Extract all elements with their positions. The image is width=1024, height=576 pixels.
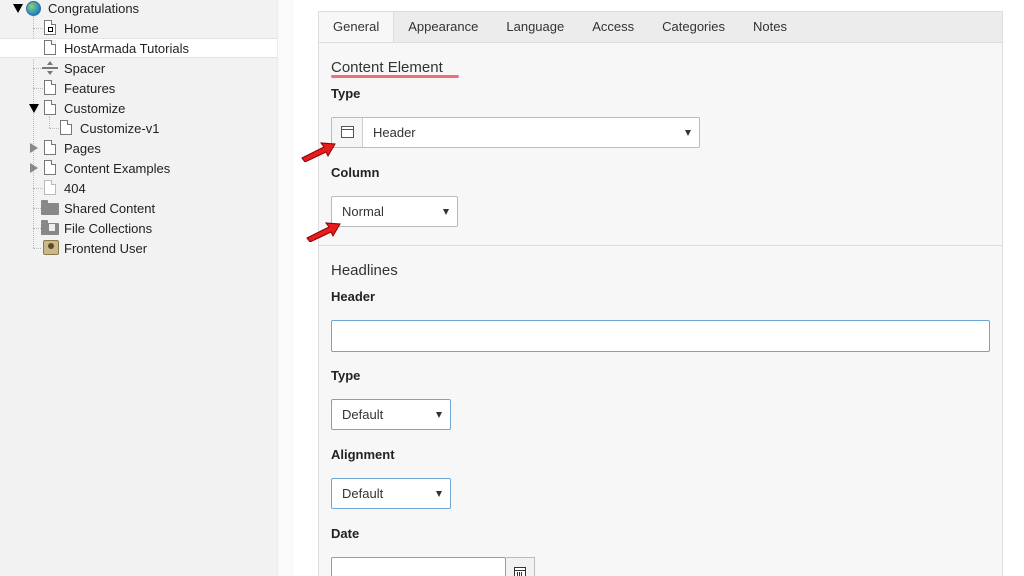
content-element-heading: Content Element — [331, 59, 443, 76]
tree-connector — [33, 228, 41, 229]
alignment-label: Alignment — [331, 447, 395, 462]
tree-node-label: Congratulations — [48, 1, 140, 16]
page-icon — [60, 120, 72, 135]
tree-connector — [33, 208, 41, 209]
header-type-select[interactable]: Default — [331, 399, 451, 430]
calendar-icon — [514, 567, 526, 576]
tree-node-spacer[interactable]: Spacer — [0, 58, 277, 78]
tree-node-404[interactable]: 404 — [0, 178, 277, 198]
alignment-value: Default — [342, 486, 384, 501]
date-label: Date — [331, 526, 360, 541]
content-type-select[interactable]: Header — [331, 117, 700, 148]
annotation-arrow-icon — [301, 142, 336, 162]
expand-toggle-icon[interactable] — [30, 163, 38, 173]
spacer-icon — [42, 61, 58, 75]
date-input[interactable] — [331, 557, 506, 576]
page-icon — [44, 140, 56, 155]
user-folder-icon — [43, 240, 59, 255]
chevron-down-icon — [685, 130, 691, 136]
header-input[interactable] — [331, 320, 990, 352]
type-label: Type — [331, 86, 361, 101]
collapse-toggle-icon[interactable] — [13, 4, 23, 13]
tree-node-label: File Collections — [64, 221, 153, 236]
tree-node-home[interactable]: Home — [0, 18, 277, 38]
tree-node-label: HostArmada Tutorials — [64, 41, 189, 56]
header-type-label: Type — [331, 368, 361, 383]
hidden-page-icon — [44, 180, 56, 195]
headlines-heading: Headlines — [331, 262, 398, 279]
annotation-underline — [331, 75, 459, 78]
folder-icon — [41, 220, 59, 235]
tree-node-customize[interactable]: Customize — [0, 98, 277, 118]
tree-node-label: 404 — [64, 181, 86, 196]
column-label: Column — [331, 165, 380, 180]
tree-connector — [33, 28, 43, 29]
tree-node-customize-v1[interactable]: Customize-v1 — [0, 118, 277, 138]
tab-notes[interactable]: Notes — [739, 12, 801, 43]
page-icon — [44, 160, 56, 175]
annotation-arrow-icon — [306, 222, 341, 242]
tree-node-label: Customize-v1 — [80, 121, 160, 136]
collapse-toggle-icon[interactable] — [29, 104, 39, 113]
tree-node-label: Content Examples — [64, 161, 171, 176]
header-label: Header — [331, 289, 376, 304]
date-picker-button[interactable] — [506, 557, 535, 576]
tree-node-label: Customize — [64, 101, 126, 116]
globe-icon — [26, 1, 41, 16]
page-tree: Congratulations Home HostArmada Tutorial… — [0, 0, 277, 576]
folder-icon — [41, 200, 59, 215]
tree-connector — [49, 128, 59, 129]
tree-connector — [33, 188, 43, 189]
tree-connector — [33, 68, 41, 69]
header-icon — [332, 118, 363, 147]
tree-node-label: Features — [64, 81, 116, 96]
tab-language[interactable]: Language — [492, 12, 578, 43]
tree-node-label: Frontend User — [64, 241, 148, 256]
chevron-down-icon — [436, 491, 442, 497]
chevron-down-icon — [436, 412, 442, 418]
tab-categories[interactable]: Categories — [648, 12, 739, 43]
tab-appearance[interactable]: Appearance — [394, 12, 492, 43]
tree-node-label: Shared Content — [64, 201, 156, 216]
alignment-select[interactable]: Default — [331, 478, 451, 509]
tree-connector — [33, 88, 43, 89]
page-icon — [44, 100, 56, 115]
page-icon — [44, 40, 56, 55]
panel-resize-divider[interactable] — [277, 0, 294, 576]
form-panel: Content Element Type Header Column Norma… — [318, 42, 1003, 576]
tree-node-label: Pages — [64, 141, 101, 156]
shortcut-page-icon — [44, 20, 56, 35]
tree-node-label: Home — [64, 21, 99, 36]
tab-access[interactable]: Access — [578, 12, 648, 43]
tree-node-hostarmada-tutorials[interactable]: HostArmada Tutorials — [0, 38, 277, 58]
page-icon — [44, 80, 56, 95]
tree-node-shared-content[interactable]: Shared Content — [0, 198, 277, 218]
tree-node-features[interactable]: Features — [0, 78, 277, 98]
tree-node-congratulations[interactable]: Congratulations — [0, 0, 277, 20]
header-type-value: Default — [342, 407, 384, 422]
content-type-value: Header — [373, 125, 416, 140]
record-tabs: General Appearance Language Access Categ… — [318, 11, 1003, 44]
expand-toggle-icon[interactable] — [30, 143, 38, 153]
tab-general[interactable]: General — [319, 12, 395, 44]
tree-connector — [33, 248, 41, 249]
tree-node-frontend-user[interactable]: Frontend User — [0, 238, 277, 258]
tree-node-pages[interactable]: Pages — [0, 138, 277, 158]
tree-node-label: Spacer — [64, 61, 106, 76]
section-divider — [319, 245, 1002, 246]
tree-node-content-examples[interactable]: Content Examples — [0, 158, 277, 178]
chevron-down-icon — [443, 209, 449, 215]
column-select[interactable]: Normal — [331, 196, 458, 227]
tree-node-file-collections[interactable]: File Collections — [0, 218, 277, 238]
column-value: Normal — [342, 204, 384, 219]
